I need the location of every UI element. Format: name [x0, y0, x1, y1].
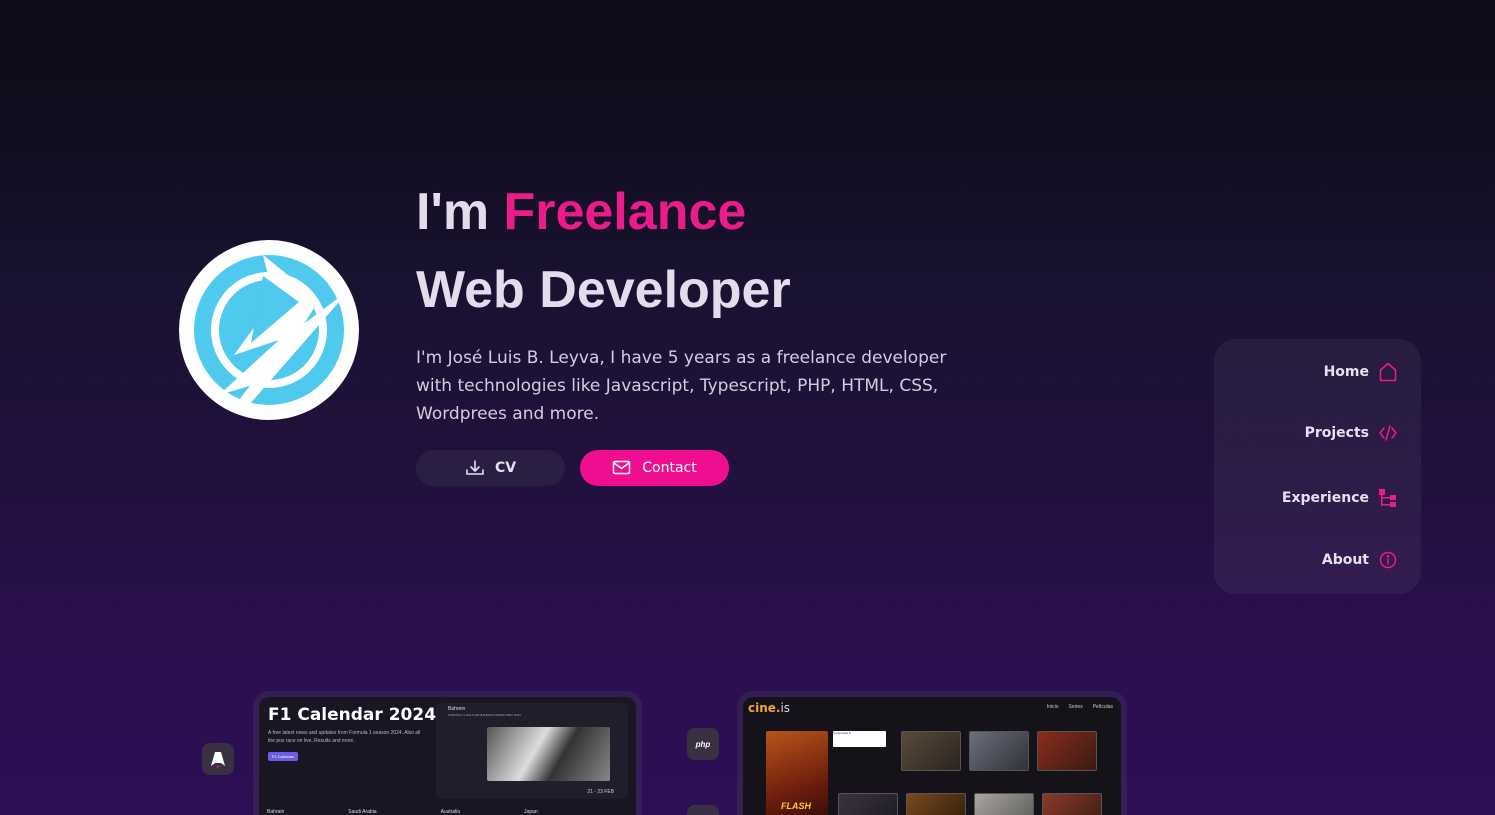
code-icon [1379, 425, 1397, 441]
f1-car-image [487, 727, 610, 781]
project-card-cine[interactable]: cine.is Inicio Series Películas FLASH Te… [743, 697, 1121, 815]
f1-title: F1 Calendar 2024 [268, 705, 437, 725]
home-icon [1379, 362, 1397, 382]
season-dropdown: Temporada 8 [833, 731, 886, 747]
nav-label-experience: Experience [1281, 490, 1369, 506]
episode-thumb [906, 793, 966, 815]
episode-thumb [974, 793, 1034, 815]
flash-label: FLASH [781, 801, 811, 811]
f1-subtitle: A free latest news and updates from Form… [268, 730, 421, 744]
cine-nav-item: Inicio [1046, 704, 1059, 710]
title-accent: Freelance [503, 183, 747, 241]
mail-icon [612, 460, 632, 476]
episode-grid [901, 731, 1097, 771]
hero-title-line2: Web Developer [416, 261, 791, 319]
hero-title-line1: I'm Freelance [416, 182, 976, 244]
nav-label-about: About [1321, 552, 1369, 568]
php-label: php [695, 739, 711, 749]
hero-buttons: CV Contact [416, 450, 729, 486]
hero-description: I'm José Luis B. Leyva, I have 5 years a… [416, 348, 947, 424]
hero-section: I'm Freelance Web Developer I'm José Lui… [416, 182, 976, 428]
cine-nav: Inicio Series Películas [1047, 704, 1113, 710]
sitemap-icon [1379, 488, 1397, 508]
contact-label: Contact [642, 460, 697, 476]
f1-panel-label: Bahrein [448, 706, 466, 712]
episode-grid-row2 [838, 793, 1102, 815]
f1-race-panel: Bahrein FORMULA 1 GULF AIR BAHRAIN GRAND… [436, 703, 628, 799]
contact-button[interactable]: Contact [580, 450, 729, 486]
f1-date: 21 - 23 FEB [587, 789, 614, 795]
nav-item-experience[interactable]: Experience [1282, 488, 1397, 508]
nav-item-home[interactable]: Home [1324, 362, 1397, 382]
project-card-f1-calendar[interactable]: F1 Calendar 2024 A free latest news and … [259, 697, 636, 815]
cine-logo: cine.is [748, 701, 790, 715]
nav-item-about[interactable]: About [1322, 551, 1397, 569]
cine-nav-item: Series [1068, 704, 1083, 710]
f1-badge: F1 Calendar [268, 752, 299, 761]
episode-thumb [969, 731, 1029, 771]
nav-label-projects: Projects [1304, 425, 1369, 441]
download-icon [465, 459, 485, 477]
cine-logo-sub: is [780, 701, 791, 715]
cine-logo-main: cine. [748, 701, 781, 715]
country: Japan [524, 809, 538, 815]
php-icon: php [687, 728, 719, 760]
cv-download-button[interactable]: CV [416, 450, 565, 486]
country: Saudi Arabia [348, 809, 377, 815]
site-logo [179, 240, 359, 420]
f1-countries: Bahrain Saudi Arabia Australia Japan [267, 809, 538, 815]
nav-item-projects[interactable]: Projects [1305, 425, 1397, 441]
country: Bahrain [267, 809, 285, 815]
info-icon [1379, 551, 1397, 569]
season-dropdown-label: Temporada 8 [833, 731, 851, 735]
episode-thumb [838, 793, 898, 815]
episode-thumb [1042, 793, 1102, 815]
tech-chip-partial [687, 805, 719, 815]
title-prefix: I'm [416, 183, 504, 241]
cv-label: CV [494, 460, 517, 476]
side-navigation: Home Projects Experience About [1214, 339, 1421, 594]
nav-label-home: Home [1323, 364, 1369, 380]
cine-nav-item: Películas [1092, 704, 1113, 710]
f1-panel-sub: FORMULA 1 GULF AIR BAHRAIN GRAND PRIX 20… [448, 713, 521, 717]
country: Australia [440, 809, 461, 815]
episode-thumb [901, 731, 961, 771]
episode-thumb [1037, 731, 1097, 771]
astro-icon [202, 743, 234, 775]
